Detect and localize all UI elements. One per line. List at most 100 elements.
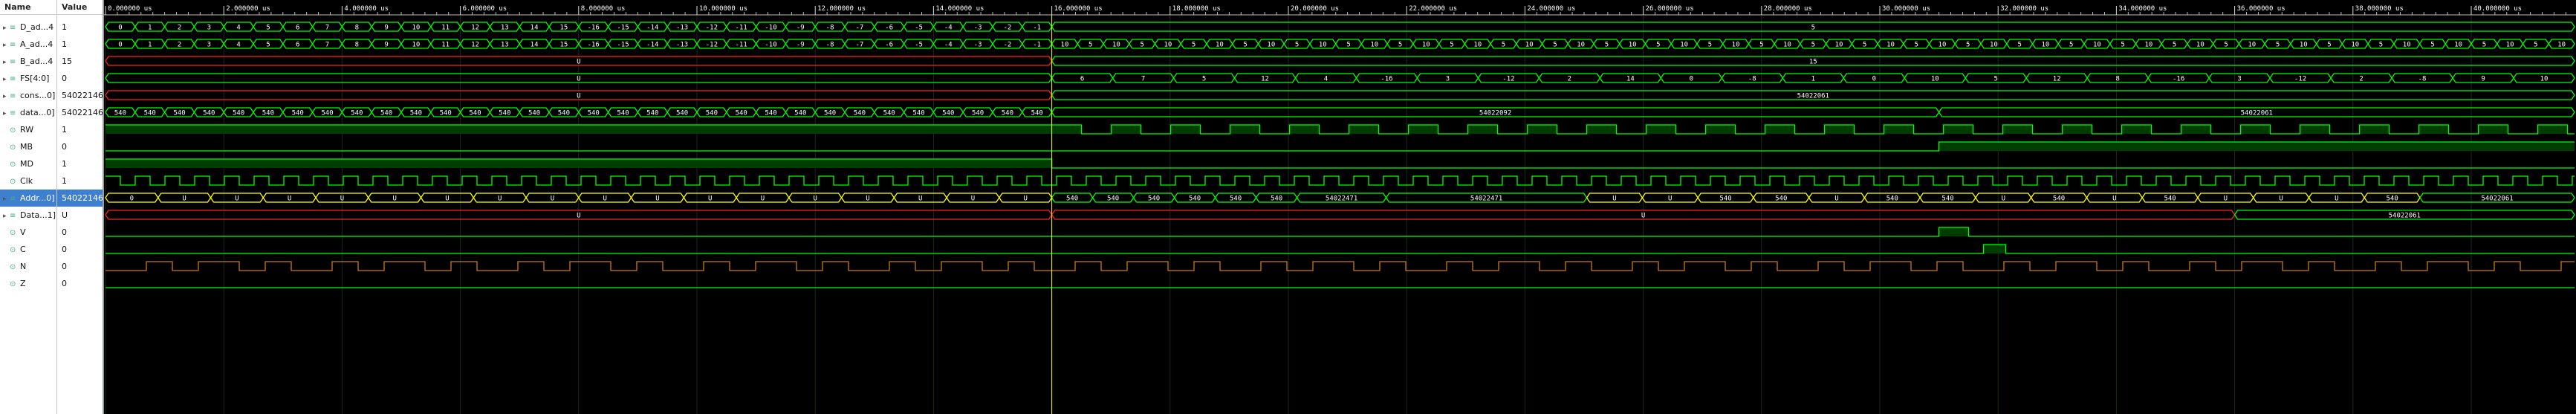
bus-value-label: 3 xyxy=(1446,76,1450,83)
bus-value-label: 7 xyxy=(1141,76,1145,83)
signal-row[interactable]: ⊙ C xyxy=(0,241,56,258)
signal-row[interactable]: ▸ ≡ data...0] xyxy=(0,104,56,121)
bus-value-label: 0 xyxy=(130,195,134,203)
signal-row[interactable]: ▸ ≡ B_ad...4 xyxy=(0,53,56,70)
bus-value-label: -16 xyxy=(588,25,600,32)
bit-high-fill xyxy=(106,125,1082,134)
bit-high-fill xyxy=(1983,245,2006,253)
bus-value-label: 5 xyxy=(1202,76,1206,83)
signal-row[interactable]: ⊙ V xyxy=(0,224,56,241)
signal-row[interactable]: ⊙ MD xyxy=(0,155,56,172)
expand-arrow-icon[interactable]: ▸ xyxy=(3,191,10,207)
ruler-tick-label: 12.000000 us xyxy=(817,5,866,13)
expand-arrow-icon[interactable]: ▸ xyxy=(3,71,10,87)
signal-row[interactable]: ⊙ Clk xyxy=(0,172,56,190)
signal-row[interactable]: ⊙ MB xyxy=(0,138,56,155)
bus-value-label: U xyxy=(2002,195,2005,203)
bit-high-fill xyxy=(1646,125,1676,134)
signal-row[interactable]: ▸ ≡ D_ad...4 xyxy=(0,19,56,36)
expand-arrow-icon[interactable]: ▸ xyxy=(3,54,10,70)
bus-value-label: -9 xyxy=(797,25,805,32)
bit-high-fill xyxy=(1586,125,1617,134)
bus-value-label: 1 xyxy=(148,25,152,32)
bus-value-label: 10 xyxy=(1525,42,1534,49)
bus-value-label: 10 xyxy=(1370,42,1378,49)
bus-value-label: 3 xyxy=(207,25,211,32)
bus-value-label: 10 xyxy=(412,25,420,32)
bus-value-label: 6 xyxy=(296,42,299,49)
bus-value-label: 540 xyxy=(942,110,954,117)
bus-value-label: 10 xyxy=(1473,42,1482,49)
bus-value-label: 11 xyxy=(441,25,450,32)
expand-arrow-icon[interactable]: ▸ xyxy=(3,37,10,53)
bus-value-label: 540 xyxy=(1031,110,1043,117)
ruler-tick-label: 26.000000 us xyxy=(1646,5,1694,13)
bus-signal-icon: ≡ xyxy=(10,75,16,83)
bus-value-label: -2 xyxy=(1003,25,1011,32)
bit-high-fill xyxy=(1939,227,1969,236)
bus-value-label: 10 xyxy=(1939,42,1947,49)
bus-value-label: 54022471 xyxy=(1470,195,1502,203)
signal-row[interactable]: ⊙ RW xyxy=(0,121,56,138)
bus-value-label: U xyxy=(2279,195,2283,203)
bus-value-label: 5 xyxy=(2069,42,2073,49)
signal-row[interactable]: ▸ ≡ FS[4:0] xyxy=(0,70,56,87)
bus-value-label: U xyxy=(708,195,712,203)
name-column-header: Name xyxy=(0,0,56,15)
bus-value-label: U xyxy=(392,195,396,203)
signal-name: MD xyxy=(20,159,33,169)
bus-value-label: -16 xyxy=(1381,76,1392,83)
bus-value-label: 5 xyxy=(1089,42,1092,49)
signal-row[interactable]: ⊙ N xyxy=(0,258,56,275)
bus-value-label: 5 xyxy=(1656,42,1660,49)
signal-value: 54022146 xyxy=(62,91,103,100)
bit-high-fill xyxy=(1527,125,1557,134)
expand-arrow-icon[interactable]: ▸ xyxy=(3,88,10,104)
bus-value-label: 9 xyxy=(384,42,388,49)
bus-value-label: U xyxy=(1834,195,1838,203)
bus-value-label: 10 xyxy=(1112,42,1120,49)
expand-arrow-icon[interactable]: ▸ xyxy=(3,20,10,36)
signal-row[interactable]: ▸ ≡ A_ad...4 xyxy=(0,36,56,53)
bus-value-label: -15 xyxy=(617,25,629,32)
bus-value-label: 0 xyxy=(118,42,122,49)
bus-value-label: -2 xyxy=(1003,42,1011,49)
bus-value-label: 10 xyxy=(1783,42,1791,49)
bus-value-label: U xyxy=(761,195,765,203)
bus-signal-icon: ≡ xyxy=(10,92,16,100)
bit-high-fill xyxy=(1111,125,1141,134)
bit-high-fill xyxy=(2478,125,2508,134)
bus-value-label: 5 xyxy=(1708,42,1712,49)
expand-arrow-icon[interactable]: ▸ xyxy=(3,208,10,224)
bus-value-label: -12 xyxy=(706,42,718,49)
bus-value-label: 10 xyxy=(2196,42,2204,49)
bus-value-label: 5 xyxy=(2430,42,2434,49)
bus-value-label: 5 xyxy=(1243,42,1247,49)
bus-value-label: 4 xyxy=(1324,76,1328,83)
bus-value-label: 10 xyxy=(1990,42,1998,49)
signal-row[interactable]: ⊙ Z xyxy=(0,275,56,292)
bus-value-label: -1 xyxy=(1033,25,1041,32)
bus-value-label: 540 xyxy=(1148,195,1160,203)
signal-value: 0 xyxy=(62,279,67,288)
bus-value-label: U xyxy=(918,195,922,203)
bus-value-label: 0 xyxy=(118,25,122,32)
signal-row[interactable]: ▸ ≡ Addr...0] xyxy=(0,190,56,207)
bit-high-fill xyxy=(1824,125,1855,134)
expand-arrow-icon[interactable]: ▸ xyxy=(3,106,10,121)
signal-row[interactable]: ▸ ≡ cons...0] xyxy=(0,87,56,104)
bit-wave xyxy=(106,175,2575,186)
bus-value-label: 12 xyxy=(471,25,479,32)
ruler-tick-label: 4.000000 us xyxy=(344,5,389,13)
bit-high-fill xyxy=(1170,125,1201,134)
bus-value-label: -9 xyxy=(797,42,805,49)
signal-value-panel: Value 1 1 15 0 54022146 54022146 1 0 1 1 54022146 U… xyxy=(57,0,103,414)
bus-value-label: 5 xyxy=(266,42,270,49)
bus-value-label: 540 xyxy=(736,110,747,117)
waveform-canvas[interactable]: 0.000000 us 2.000000 us 4.000000 us 6.00000… xyxy=(104,0,2576,414)
bus-value-label: U xyxy=(235,195,239,203)
bus-value-label: 8 xyxy=(355,25,359,32)
signal-row[interactable]: ▸ ≡ Data...1] xyxy=(0,207,56,224)
bus-value-label: -8 xyxy=(2418,76,2427,83)
bus-value-label: 10 xyxy=(2403,42,2411,49)
